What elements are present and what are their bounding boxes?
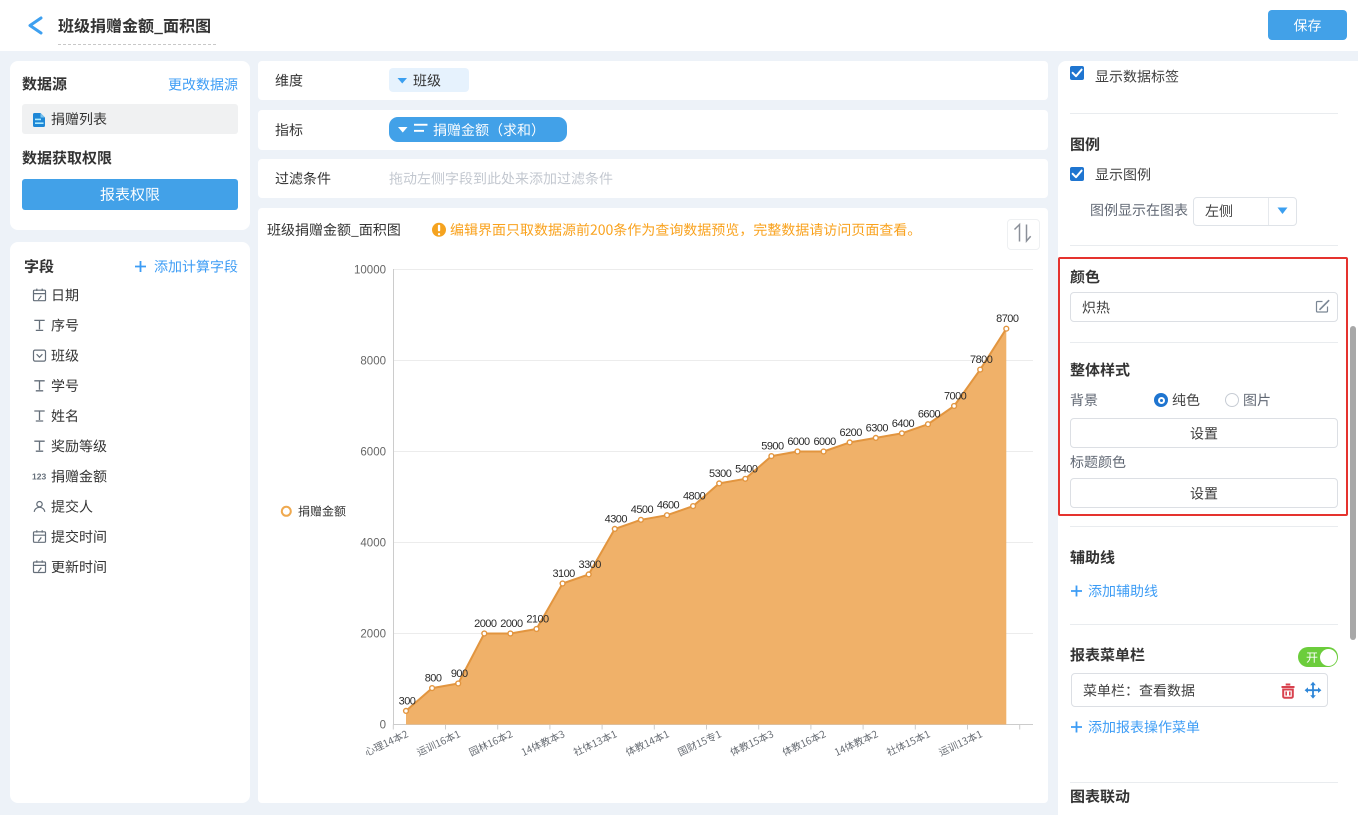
svg-text:6200: 6200 bbox=[840, 427, 863, 439]
svg-text:300: 300 bbox=[399, 695, 416, 707]
svg-text:4800: 4800 bbox=[683, 491, 706, 503]
svg-text:6000: 6000 bbox=[787, 436, 810, 448]
svg-text:2100: 2100 bbox=[526, 614, 549, 626]
svg-text:4500: 4500 bbox=[631, 504, 654, 516]
svg-text:8700: 8700 bbox=[996, 313, 1019, 325]
svg-text:10000: 10000 bbox=[354, 265, 386, 277]
svg-text:6600: 6600 bbox=[918, 409, 941, 421]
svg-text:2000: 2000 bbox=[474, 618, 497, 630]
svg-text:4300: 4300 bbox=[605, 513, 628, 525]
svg-text:3300: 3300 bbox=[579, 559, 602, 571]
svg-text:6300: 6300 bbox=[866, 422, 889, 434]
svg-text:7800: 7800 bbox=[970, 354, 993, 366]
svg-text:123: 123 bbox=[32, 471, 46, 481]
svg-text:6400: 6400 bbox=[892, 418, 915, 430]
svg-text:8000: 8000 bbox=[360, 356, 386, 368]
svg-text:3100: 3100 bbox=[552, 568, 575, 580]
svg-text:0: 0 bbox=[380, 720, 386, 732]
svg-text:2000: 2000 bbox=[500, 618, 523, 630]
svg-text:5300: 5300 bbox=[709, 468, 732, 480]
svg-text:6000: 6000 bbox=[360, 447, 386, 459]
svg-text:5900: 5900 bbox=[761, 441, 784, 453]
svg-text:6000: 6000 bbox=[813, 436, 836, 448]
svg-text:5400: 5400 bbox=[735, 463, 758, 475]
svg-text:4000: 4000 bbox=[360, 538, 386, 550]
svg-text:4600: 4600 bbox=[657, 500, 680, 512]
svg-text:900: 900 bbox=[451, 668, 468, 680]
svg-text:7000: 7000 bbox=[944, 391, 967, 403]
svg-text:2000: 2000 bbox=[360, 629, 386, 641]
svg-text:800: 800 bbox=[425, 673, 442, 685]
